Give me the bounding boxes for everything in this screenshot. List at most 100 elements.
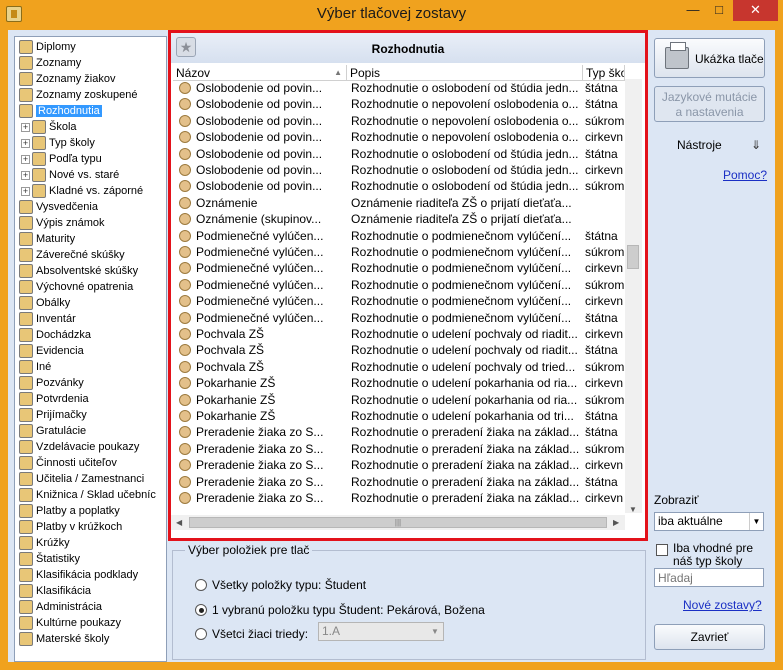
tree-item[interactable]: Inventár xyxy=(19,311,76,327)
tree-item[interactable]: Činnosti učiteľov xyxy=(19,455,117,471)
table-row[interactable]: Pochvala ZŠ Rozhodnutie o udelení pochval… xyxy=(179,359,624,376)
table-row[interactable]: Podmienečné vylúčen... Rozhodnutie o podm… xyxy=(179,228,624,245)
table-row[interactable]: Oslobodenie od povin... Rozhodnutie o osl… xyxy=(179,80,624,97)
horizontal-scroll-thumb[interactable]: ||| xyxy=(189,517,607,528)
tree-item[interactable]: Zoznamy xyxy=(19,55,81,71)
table-row[interactable]: Oslobodenie od povin... Rozhodnutie o osl… xyxy=(179,178,624,195)
expand-icon[interactable]: + xyxy=(21,122,30,132)
tree-item[interactable]: Diplomy xyxy=(19,39,76,55)
tree-item[interactable]: Absolventské skúšky xyxy=(19,263,138,279)
tree-item[interactable]: + Škola xyxy=(21,119,77,135)
table-row[interactable]: Oslobodenie od povin... Rozhodnutie o nep… xyxy=(179,96,624,113)
tree-item[interactable]: Evidencia xyxy=(19,343,84,359)
table-row[interactable]: Preradenie žiaka zo S... Rozhodnutie o pr… xyxy=(179,474,624,491)
table-row[interactable]: Oslobodenie od povin... Rozhodnutie o osl… xyxy=(179,146,624,163)
tree-item[interactable]: Kultúrne poukazy xyxy=(19,615,121,631)
tree-item[interactable]: Platby v krúžkoch xyxy=(19,519,122,535)
table-row[interactable]: Pochvala ZŠ Rozhodnutie o udelení pochval… xyxy=(179,342,624,359)
table-row[interactable]: Pokarhanie ZŠ Rozhodnutie o udelení pokar… xyxy=(179,392,624,409)
table-row[interactable]: Podmienečné vylúčen... Rozhodnutie o podm… xyxy=(179,260,624,277)
table-row[interactable]: Podmienečné vylúčen... Rozhodnutie o podm… xyxy=(179,277,624,294)
table-row[interactable]: Pokarhanie ZŠ Rozhodnutie o udelení pokar… xyxy=(179,375,624,392)
tree-item[interactable]: Štatistiky xyxy=(19,551,80,567)
class-select[interactable]: 1.A ▼ xyxy=(318,622,444,641)
table-row[interactable]: Oslobodenie od povin... Rozhodnutie o osl… xyxy=(179,162,624,179)
scroll-left-arrow-icon[interactable]: ◀ xyxy=(176,518,182,527)
tree-item[interactable]: + Nové vs. staré xyxy=(21,167,119,183)
tree-item[interactable]: Knižnica / Sklad učebníc xyxy=(19,487,156,503)
tree-item[interactable]: Klasifikácia podklady xyxy=(19,567,138,583)
scroll-right-arrow-icon[interactable]: ▶ xyxy=(613,518,619,527)
tree-item[interactable]: + Typ školy xyxy=(21,135,95,151)
tree-item[interactable]: Krúžky xyxy=(19,535,70,551)
tree-item[interactable]: Pozvánky xyxy=(19,375,84,391)
table-row[interactable]: Pochvala ZŠ Rozhodnutie o udelení pochval… xyxy=(179,326,624,343)
table-row[interactable]: Oznámenie (skupinov... Oznámenie riaditeľ… xyxy=(179,211,624,228)
report-category-icon xyxy=(19,616,33,631)
tree-item[interactable]: Vzdelávacie poukazy xyxy=(19,439,139,455)
table-row[interactable]: Podmienečné vylúčen... Rozhodnutie o podm… xyxy=(179,310,624,327)
tree-item[interactable]: Klasifikácia xyxy=(19,583,91,599)
print-preview-button[interactable]: Ukážka tlače xyxy=(654,38,765,78)
tree-item[interactable]: Obálky xyxy=(19,295,70,311)
table-row[interactable]: Pokarhanie ZŠ Rozhodnutie o udelení pokar… xyxy=(179,408,624,425)
tree-item[interactable]: Gratulácie xyxy=(19,423,86,439)
close-window-button[interactable]: ✕ xyxy=(733,0,778,21)
table-row[interactable]: Preradenie žiaka zo S... Rozhodnutie o pr… xyxy=(179,490,624,507)
vertical-scroll-thumb[interactable] xyxy=(627,245,639,269)
close-button[interactable]: Zavrieť xyxy=(654,624,765,650)
radio-checked-icon[interactable] xyxy=(195,604,207,616)
table-row[interactable]: Podmienečné vylúčen... Rozhodnutie o podm… xyxy=(179,244,624,261)
tree-item[interactable]: Iné xyxy=(19,359,51,375)
radio-icon[interactable] xyxy=(195,628,207,640)
category-tree[interactable]: Diplomy Zoznamy Zoznamy žiakov Zoznamy zosk… xyxy=(14,36,167,662)
tree-item[interactable]: Materské školy xyxy=(19,631,109,647)
radio-all-students[interactable]: Všetky položky typu: Študent xyxy=(195,577,366,593)
help-link[interactable]: Pomoc? xyxy=(723,168,767,182)
tree-item[interactable]: Vysvedčenia xyxy=(19,199,98,215)
radio-icon[interactable] xyxy=(195,579,207,591)
tree-item[interactable]: Výpis známok xyxy=(19,215,104,231)
vertical-scrollbar[interactable]: ▼ xyxy=(625,79,642,514)
horizontal-scrollbar[interactable]: ◀ ||| ▶ xyxy=(171,515,625,530)
show-filter-select[interactable]: iba aktuálne ▼ xyxy=(654,512,764,531)
table-row[interactable]: Oslobodenie od povin... Rozhodnutie o nep… xyxy=(179,129,624,146)
tree-item[interactable]: Výchovné opatrenia xyxy=(19,279,133,295)
radio-whole-class[interactable]: Všetci žiaci triedy: xyxy=(195,626,308,642)
column-header-description[interactable]: Popis xyxy=(347,65,583,81)
tree-item[interactable]: Zoznamy zoskupené xyxy=(19,87,138,103)
table-row[interactable]: Oslobodenie od povin... Rozhodnutie o nep… xyxy=(179,113,624,130)
tree-item[interactable]: Dochádzka xyxy=(19,327,91,343)
radio-selected-student[interactable]: 1 vybranú položku typu Študent: Pekárová… xyxy=(195,602,485,618)
table-row[interactable]: Preradenie žiaka zo S... Rozhodnutie o pr… xyxy=(179,424,624,441)
tree-item[interactable]: Zoznamy žiakov xyxy=(19,71,115,87)
new-reports-link[interactable]: Nové zostavy? xyxy=(683,598,762,612)
tree-item[interactable]: + Podľa typu xyxy=(21,151,102,167)
tree-item[interactable]: + Kladné vs. záporné xyxy=(21,183,143,199)
maximize-button[interactable]: □ xyxy=(706,0,732,21)
tree-item[interactable]: Prijímačky xyxy=(19,407,87,423)
minimize-button[interactable]: — xyxy=(680,0,706,21)
table-row[interactable]: Podmienečné vylúčen... Rozhodnutie o podm… xyxy=(179,293,624,310)
title-bar[interactable]: Výber tlačovej zostavy — □ ✕ xyxy=(0,0,783,30)
tree-item[interactable]: Záverečné skúšky xyxy=(19,247,125,263)
tree-item[interactable]: Platby a poplatky xyxy=(19,503,120,519)
school-type-checkbox[interactable] xyxy=(656,544,668,556)
table-row[interactable]: Preradenie žiaka zo S... Rozhodnutie o pr… xyxy=(179,457,624,474)
column-header-school-type[interactable]: Typ ško xyxy=(583,65,625,81)
tree-item[interactable]: Rozhodnutia xyxy=(19,103,102,119)
expand-icon[interactable]: + xyxy=(21,170,30,180)
expand-icon[interactable]: + xyxy=(21,154,30,164)
expand-icon[interactable]: + xyxy=(21,186,30,196)
expand-icon[interactable]: + xyxy=(21,138,30,148)
tree-item[interactable]: Maturity xyxy=(19,231,75,247)
tree-item[interactable]: Administrácia xyxy=(19,599,102,615)
scroll-down-arrow-icon[interactable]: ▼ xyxy=(629,505,637,514)
table-row[interactable]: Oznámenie Oznámenie riaditeľa ZŠ o prijat… xyxy=(179,195,624,212)
search-input[interactable] xyxy=(654,568,764,587)
column-header-name[interactable]: Názov ▲ xyxy=(173,65,347,81)
table-row[interactable]: Preradenie žiaka zo S... Rozhodnutie o pr… xyxy=(179,441,624,458)
language-settings-button[interactable]: Jazykové mutácie a nastavenia xyxy=(654,86,765,122)
tree-item[interactable]: Učitelia / Zamestnanci xyxy=(19,471,144,487)
tree-item[interactable]: Potvrdenia xyxy=(19,391,89,407)
